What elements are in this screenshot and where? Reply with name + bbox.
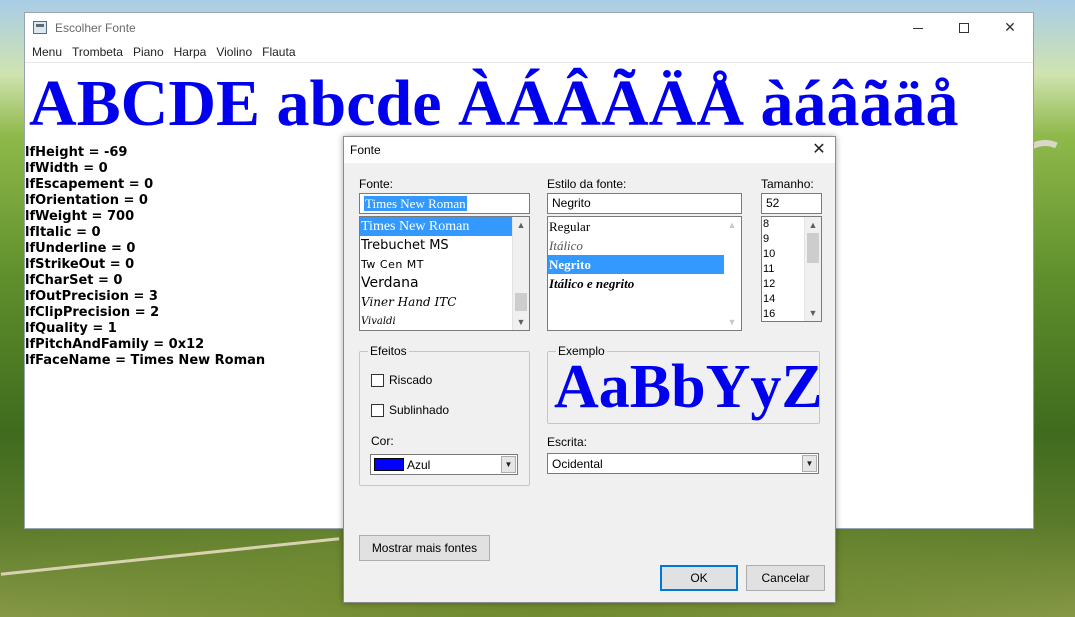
font-label: Fonte: — [359, 177, 394, 191]
logfont-info: lfHeight = -69 lfWidth = 0 lfEscapement … — [25, 145, 265, 369]
logfont-line: lfPitchAndFamily = 0x12 — [25, 337, 205, 352]
logfont-line: lfEscapement = 0 — [25, 177, 154, 192]
dialog-title: Fonte — [350, 143, 381, 157]
menu-item-harpa[interactable]: Harpa — [169, 43, 212, 62]
font-size-input[interactable]: 52 — [761, 193, 822, 214]
scroll-down-icon: ▼ — [727, 317, 737, 327]
font-preview-banner: ABCDE abcde ÀÁÂÃÄÅ àáâãäå — [29, 67, 959, 140]
color-select[interactable]: Azul ▼ — [370, 454, 518, 475]
logfont-line: lfWidth = 0 — [25, 161, 108, 176]
sample-group: Exemplo AaBbYyZz — [547, 344, 820, 424]
menu-item-menu[interactable]: Menu — [27, 43, 67, 62]
menu-item-violino[interactable]: Violino — [211, 43, 257, 62]
underline-label[interactable]: Sublinhado — [389, 403, 449, 417]
color-value: Azul — [407, 458, 431, 472]
maximize-button[interactable] — [941, 13, 987, 43]
style-list-item[interactable]: Regular — [548, 217, 741, 236]
font-list-scrollbar[interactable]: ▲ ▼ — [512, 217, 529, 330]
strikeout-label[interactable]: Riscado — [389, 373, 432, 387]
script-select[interactable]: Ocidental ▼ — [547, 453, 819, 474]
title-bar[interactable]: Escolher Fonte ✕ — [25, 13, 1033, 43]
style-label: Estilo da fonte: — [547, 177, 627, 191]
logfont-line: lfQuality = 1 — [25, 321, 117, 336]
strikeout-checkbox[interactable] — [371, 374, 384, 387]
close-icon: ✕ — [812, 141, 826, 158]
logfont-line: lfOutPrecision = 3 — [25, 289, 158, 304]
logfont-line: lfWeight = 700 — [25, 209, 135, 224]
font-list-item[interactable]: Vivaldi — [360, 312, 529, 330]
logfont-line: lfClipPrecision = 2 — [25, 305, 160, 320]
menu-item-flauta[interactable]: Flauta — [257, 43, 300, 62]
menu-item-trombeta[interactable]: Trombeta — [67, 43, 128, 62]
scroll-thumb[interactable] — [807, 233, 819, 263]
style-list-item[interactable]: Negrito — [548, 255, 724, 274]
scroll-down-icon[interactable]: ▼ — [805, 305, 821, 321]
logfont-line: lfUnderline = 0 — [25, 241, 136, 256]
dialog-close-button[interactable]: ✕ — [809, 140, 829, 160]
menu-bar: Menu Trombeta Piano Harpa Violino Flauta — [25, 43, 1033, 63]
menu-item-piano[interactable]: Piano — [128, 43, 169, 62]
font-style-input[interactable]: Negrito — [547, 193, 742, 214]
size-label: Tamanho: — [761, 177, 814, 191]
script-value: Ocidental — [552, 457, 603, 471]
chevron-down-icon[interactable]: ▼ — [802, 455, 817, 472]
minimize-button[interactable] — [895, 13, 941, 43]
style-list-item[interactable]: Itálico — [548, 236, 741, 255]
font-name-value: Times New Roman — [364, 196, 467, 211]
sample-label: Exemplo — [556, 344, 607, 358]
font-name-input[interactable]: Times New Roman — [359, 193, 530, 214]
scroll-up-icon[interactable]: ▲ — [805, 217, 821, 233]
show-more-fonts-button[interactable]: Mostrar mais fontes — [359, 535, 490, 561]
effects-group: Efeitos Riscado Sublinhado Cor: Azul ▼ — [359, 344, 530, 486]
style-list-scrollbar[interactable]: ▲ ▼ — [724, 217, 741, 330]
color-label: Cor: — [371, 434, 394, 448]
size-list-scrollbar[interactable]: ▲ ▼ — [804, 217, 821, 321]
chevron-down-icon[interactable]: ▼ — [501, 456, 516, 473]
font-list[interactable]: Times New Roman Trebuchet MS Tw Cen MT V… — [359, 216, 530, 331]
dialog-title-bar[interactable]: Fonte ✕ — [344, 137, 835, 163]
font-style-list[interactable]: Regular Itálico Negrito Itálico e negrit… — [547, 216, 742, 331]
font-list-item[interactable]: Verdana — [360, 274, 529, 293]
font-list-item[interactable]: Times New Roman — [360, 217, 529, 236]
logfont-line: lfOrientation = 0 — [25, 193, 148, 208]
logfont-line: lfItalic = 0 — [25, 225, 101, 240]
maximize-icon — [959, 23, 969, 33]
app-icon[interactable] — [33, 21, 47, 34]
close-icon: ✕ — [1004, 20, 1016, 36]
font-list-item[interactable]: Tw Cen MT — [360, 255, 529, 274]
logfont-line: lfFaceName = Times New Roman — [25, 353, 266, 368]
scroll-up-icon[interactable]: ▲ — [513, 217, 529, 233]
close-button[interactable]: ✕ — [987, 13, 1033, 43]
background-fence — [0, 537, 340, 576]
font-size-list[interactable]: 8 9 10 11 12 14 16 ▲ ▼ — [761, 216, 822, 322]
scroll-down-icon[interactable]: ▼ — [513, 314, 529, 330]
minimize-icon — [913, 27, 923, 29]
logfont-line: lfStrikeOut = 0 — [25, 257, 135, 272]
font-list-item[interactable]: Trebuchet MS — [360, 236, 529, 255]
logfont-line: lfCharSet = 0 — [25, 273, 123, 288]
ok-button[interactable]: OK — [660, 565, 738, 591]
script-label: Escrita: — [547, 435, 588, 449]
font-list-item[interactable]: Viner Hand ITC — [360, 293, 529, 312]
underline-checkbox[interactable] — [371, 404, 384, 417]
scroll-thumb[interactable] — [515, 293, 527, 311]
style-list-item[interactable]: Itálico e negrito — [548, 274, 741, 293]
logfont-line: lfHeight = -69 — [25, 145, 128, 160]
sample-preview: AaBbYyZz — [548, 352, 819, 423]
cancel-button[interactable]: Cancelar — [746, 565, 825, 591]
window-title: Escolher Fonte — [55, 21, 136, 35]
scroll-up-icon: ▲ — [727, 220, 737, 230]
font-dialog: Fonte ✕ Fonte: Times New Roman Times New… — [343, 136, 836, 603]
effects-label: Efeitos — [368, 344, 409, 358]
sample-text: AaBbYyZz — [554, 353, 819, 421]
color-swatch — [374, 458, 404, 471]
